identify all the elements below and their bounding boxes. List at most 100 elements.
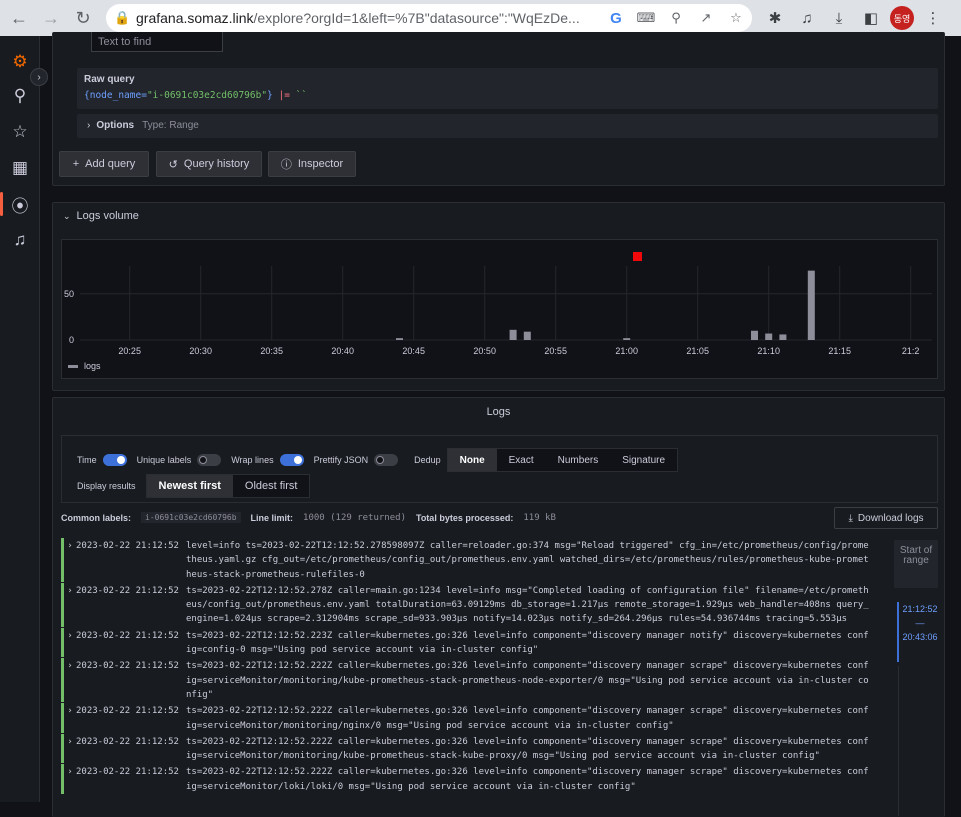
translate-icon[interactable]: ⌨ bbox=[636, 8, 656, 28]
volume-bar[interactable] bbox=[523, 331, 531, 340]
dedup-numbers[interactable]: Numbers bbox=[546, 449, 611, 471]
dedup-none[interactable]: None bbox=[447, 449, 497, 471]
volume-bar[interactable] bbox=[807, 270, 815, 340]
logs-volume-panel: ⌄ Logs volume 20:25 20:30 20:35 20:40 20:45 20… bbox=[52, 202, 945, 391]
unique-labels-toggle[interactable] bbox=[197, 454, 222, 466]
download-icon[interactable]: ⤓ bbox=[826, 5, 852, 31]
download-logs-label: Download logs bbox=[857, 512, 924, 524]
range-separator: — bbox=[915, 618, 925, 628]
inspector-button[interactable]: ⓘ Inspector bbox=[268, 151, 356, 177]
expand-nav-button[interactable]: › bbox=[30, 68, 48, 86]
zoom-icon[interactable]: ⚲ bbox=[666, 8, 686, 28]
chevron-right-icon[interactable]: › bbox=[64, 704, 76, 733]
newest-first-option[interactable]: Newest first bbox=[146, 475, 233, 497]
volume-bar[interactable] bbox=[765, 333, 773, 340]
share-icon[interactable]: ↗ bbox=[696, 8, 716, 28]
logs-volume-chart[interactable]: 20:25 20:30 20:35 20:40 20:45 20:50 20:55 21:00… bbox=[61, 239, 938, 379]
chevron-right-icon[interactable]: › bbox=[64, 539, 76, 582]
y-tick-label: 0 bbox=[69, 335, 74, 345]
dedup-exact[interactable]: Exact bbox=[497, 449, 546, 471]
log-row[interactable]: › 2023-02-22 21:12:52 ts=2023-02-22T12:12:… bbox=[61, 764, 881, 795]
time-toggle[interactable] bbox=[102, 454, 127, 466]
extensions-icon[interactable]: ✱ bbox=[762, 5, 788, 31]
volume-bar[interactable] bbox=[509, 329, 517, 340]
logs-panel: Logs Time Unique labels Wrap lines Prett… bbox=[52, 397, 945, 817]
wrap-lines-toggle[interactable] bbox=[279, 454, 304, 466]
star-icon[interactable]: ☆ bbox=[726, 8, 746, 28]
chevron-right-icon[interactable]: › bbox=[64, 584, 76, 627]
options-type: Type: Range bbox=[142, 120, 199, 131]
legend-label: logs bbox=[84, 361, 101, 371]
log-row[interactable]: › 2023-02-22 21:12:52 ts=2023-02-22T12:12:… bbox=[61, 733, 881, 764]
logs-options: Time Unique labels Wrap lines Prettify J… bbox=[61, 435, 938, 503]
line-filter-op: |= bbox=[272, 90, 296, 101]
explore-icon[interactable]: ⦿ bbox=[6, 190, 34, 218]
back-arrow-icon[interactable]: ← bbox=[6, 5, 32, 31]
sidepanel-icon[interactable]: ◧ bbox=[858, 5, 884, 31]
lock-icon[interactable]: 🔒 bbox=[114, 10, 136, 26]
query-panel: Text to find Raw query {node_name="i-069… bbox=[52, 32, 945, 186]
url-host: grafana.somaz.link bbox=[136, 10, 254, 26]
volume-bar[interactable] bbox=[751, 330, 758, 340]
chevron-right-icon[interactable]: › bbox=[64, 765, 76, 794]
toggle-knob bbox=[199, 456, 208, 464]
label-key: node_name= bbox=[89, 90, 147, 101]
dedup-selector: None Exact Numbers Signature bbox=[446, 448, 679, 472]
chart-legend[interactable]: logs bbox=[68, 361, 101, 371]
chevron-right-icon[interactable]: › bbox=[64, 735, 76, 764]
query-history-label: Query history bbox=[183, 158, 250, 170]
browser-toolbar: ← → ↻ 🔒 grafana.somaz.link/explore?orgId… bbox=[0, 0, 961, 36]
range-navigator[interactable]: 21:12:52 — 20:43:06 bbox=[897, 602, 941, 662]
alerting-icon[interactable]: ♫ bbox=[6, 226, 34, 254]
avatar[interactable]: 동영 bbox=[890, 6, 914, 30]
chevron-right-icon[interactable]: › bbox=[64, 659, 76, 702]
download-logs-button[interactable]: ⤓ Download logs bbox=[834, 507, 938, 529]
add-query-button[interactable]: + Add query bbox=[59, 151, 149, 177]
display-results-row: Display results Newest first Oldest firs… bbox=[77, 474, 311, 498]
order-selector: Newest first Oldest first bbox=[145, 474, 311, 498]
search-icon[interactable]: ⚲ bbox=[6, 82, 34, 110]
volume-bar[interactable] bbox=[779, 334, 787, 340]
more-icon[interactable]: ⋮ bbox=[920, 5, 946, 31]
grafana-logo-icon[interactable]: ⚙ bbox=[6, 48, 34, 76]
reload-icon[interactable]: ↻ bbox=[70, 5, 96, 31]
query-history-button[interactable]: ↺ Query history bbox=[156, 151, 262, 177]
log-row[interactable]: › 2023-02-22 21:12:52 ts=2023-02-22T12:12:… bbox=[61, 658, 881, 703]
dedup-signature[interactable]: Signature bbox=[610, 449, 677, 471]
media-icon[interactable]: ♫ bbox=[794, 5, 820, 31]
starred-icon[interactable]: ☆ bbox=[6, 118, 34, 146]
url-text[interactable]: grafana.somaz.link/explore?orgId=1&left=… bbox=[136, 10, 596, 26]
log-timestamp: 2023-02-22 21:12:52 bbox=[76, 585, 179, 596]
volume-bar[interactable] bbox=[623, 338, 631, 340]
start-of-range-button[interactable]: Start of range bbox=[894, 540, 938, 588]
log-row[interactable]: › 2023-02-22 21:12:52 ts=2023-02-22T12:12:… bbox=[61, 703, 881, 733]
x-tick-label: 21:10 bbox=[757, 346, 780, 356]
plus-icon: + bbox=[72, 158, 80, 170]
log-row[interactable]: › 2023-02-22 21:12:52 level=info ts=2023-0… bbox=[61, 538, 881, 582]
prettify-json-toggle[interactable] bbox=[374, 454, 399, 466]
google-icon[interactable]: G bbox=[606, 8, 626, 28]
log-message: ts=2023-02-22T12:12:52.222Z caller=kuber… bbox=[186, 706, 869, 731]
toggle-knob bbox=[116, 456, 125, 464]
wrap-lines-toggle-label: Wrap lines bbox=[231, 455, 274, 465]
logs-title: Logs bbox=[486, 406, 511, 418]
x-tick-label: 20:30 bbox=[189, 346, 212, 356]
oldest-first-option[interactable]: Oldest first bbox=[233, 475, 310, 497]
log-row[interactable]: › 2023-02-22 21:12:52 ts=2023-02-22T12:12:… bbox=[61, 627, 881, 658]
log-message: level=info ts=2023-02-22T12:12:52.278598… bbox=[186, 541, 869, 580]
options-row[interactable]: › Options Type: Range bbox=[77, 114, 938, 138]
range-end-time: 20:43:06 bbox=[902, 632, 938, 642]
logs-volume-header[interactable]: ⌄ Logs volume bbox=[63, 210, 139, 222]
log-row[interactable]: › 2023-02-22 21:12:52 ts=2023-02-22T12:12:… bbox=[61, 582, 881, 627]
volume-bar[interactable] bbox=[396, 338, 403, 340]
forward-arrow-icon[interactable]: → bbox=[38, 5, 64, 31]
inspector-label: Inspector bbox=[297, 158, 344, 170]
dashboards-icon[interactable]: ▦ bbox=[6, 154, 34, 182]
text-find-input[interactable]: Text to find bbox=[91, 32, 223, 52]
log-timestamp: 2023-02-22 21:12:52 bbox=[76, 630, 179, 641]
address-bar[interactable]: 🔒 grafana.somaz.link/explore?orgId=1&lef… bbox=[106, 4, 752, 32]
chevron-right-icon[interactable]: › bbox=[64, 629, 76, 658]
range-track bbox=[898, 666, 899, 816]
x-tick-label: 20:55 bbox=[544, 346, 567, 356]
logs-volume-svg: 20:25 20:30 20:35 20:40 20:45 20:50 20:55 21:00… bbox=[64, 266, 932, 356]
